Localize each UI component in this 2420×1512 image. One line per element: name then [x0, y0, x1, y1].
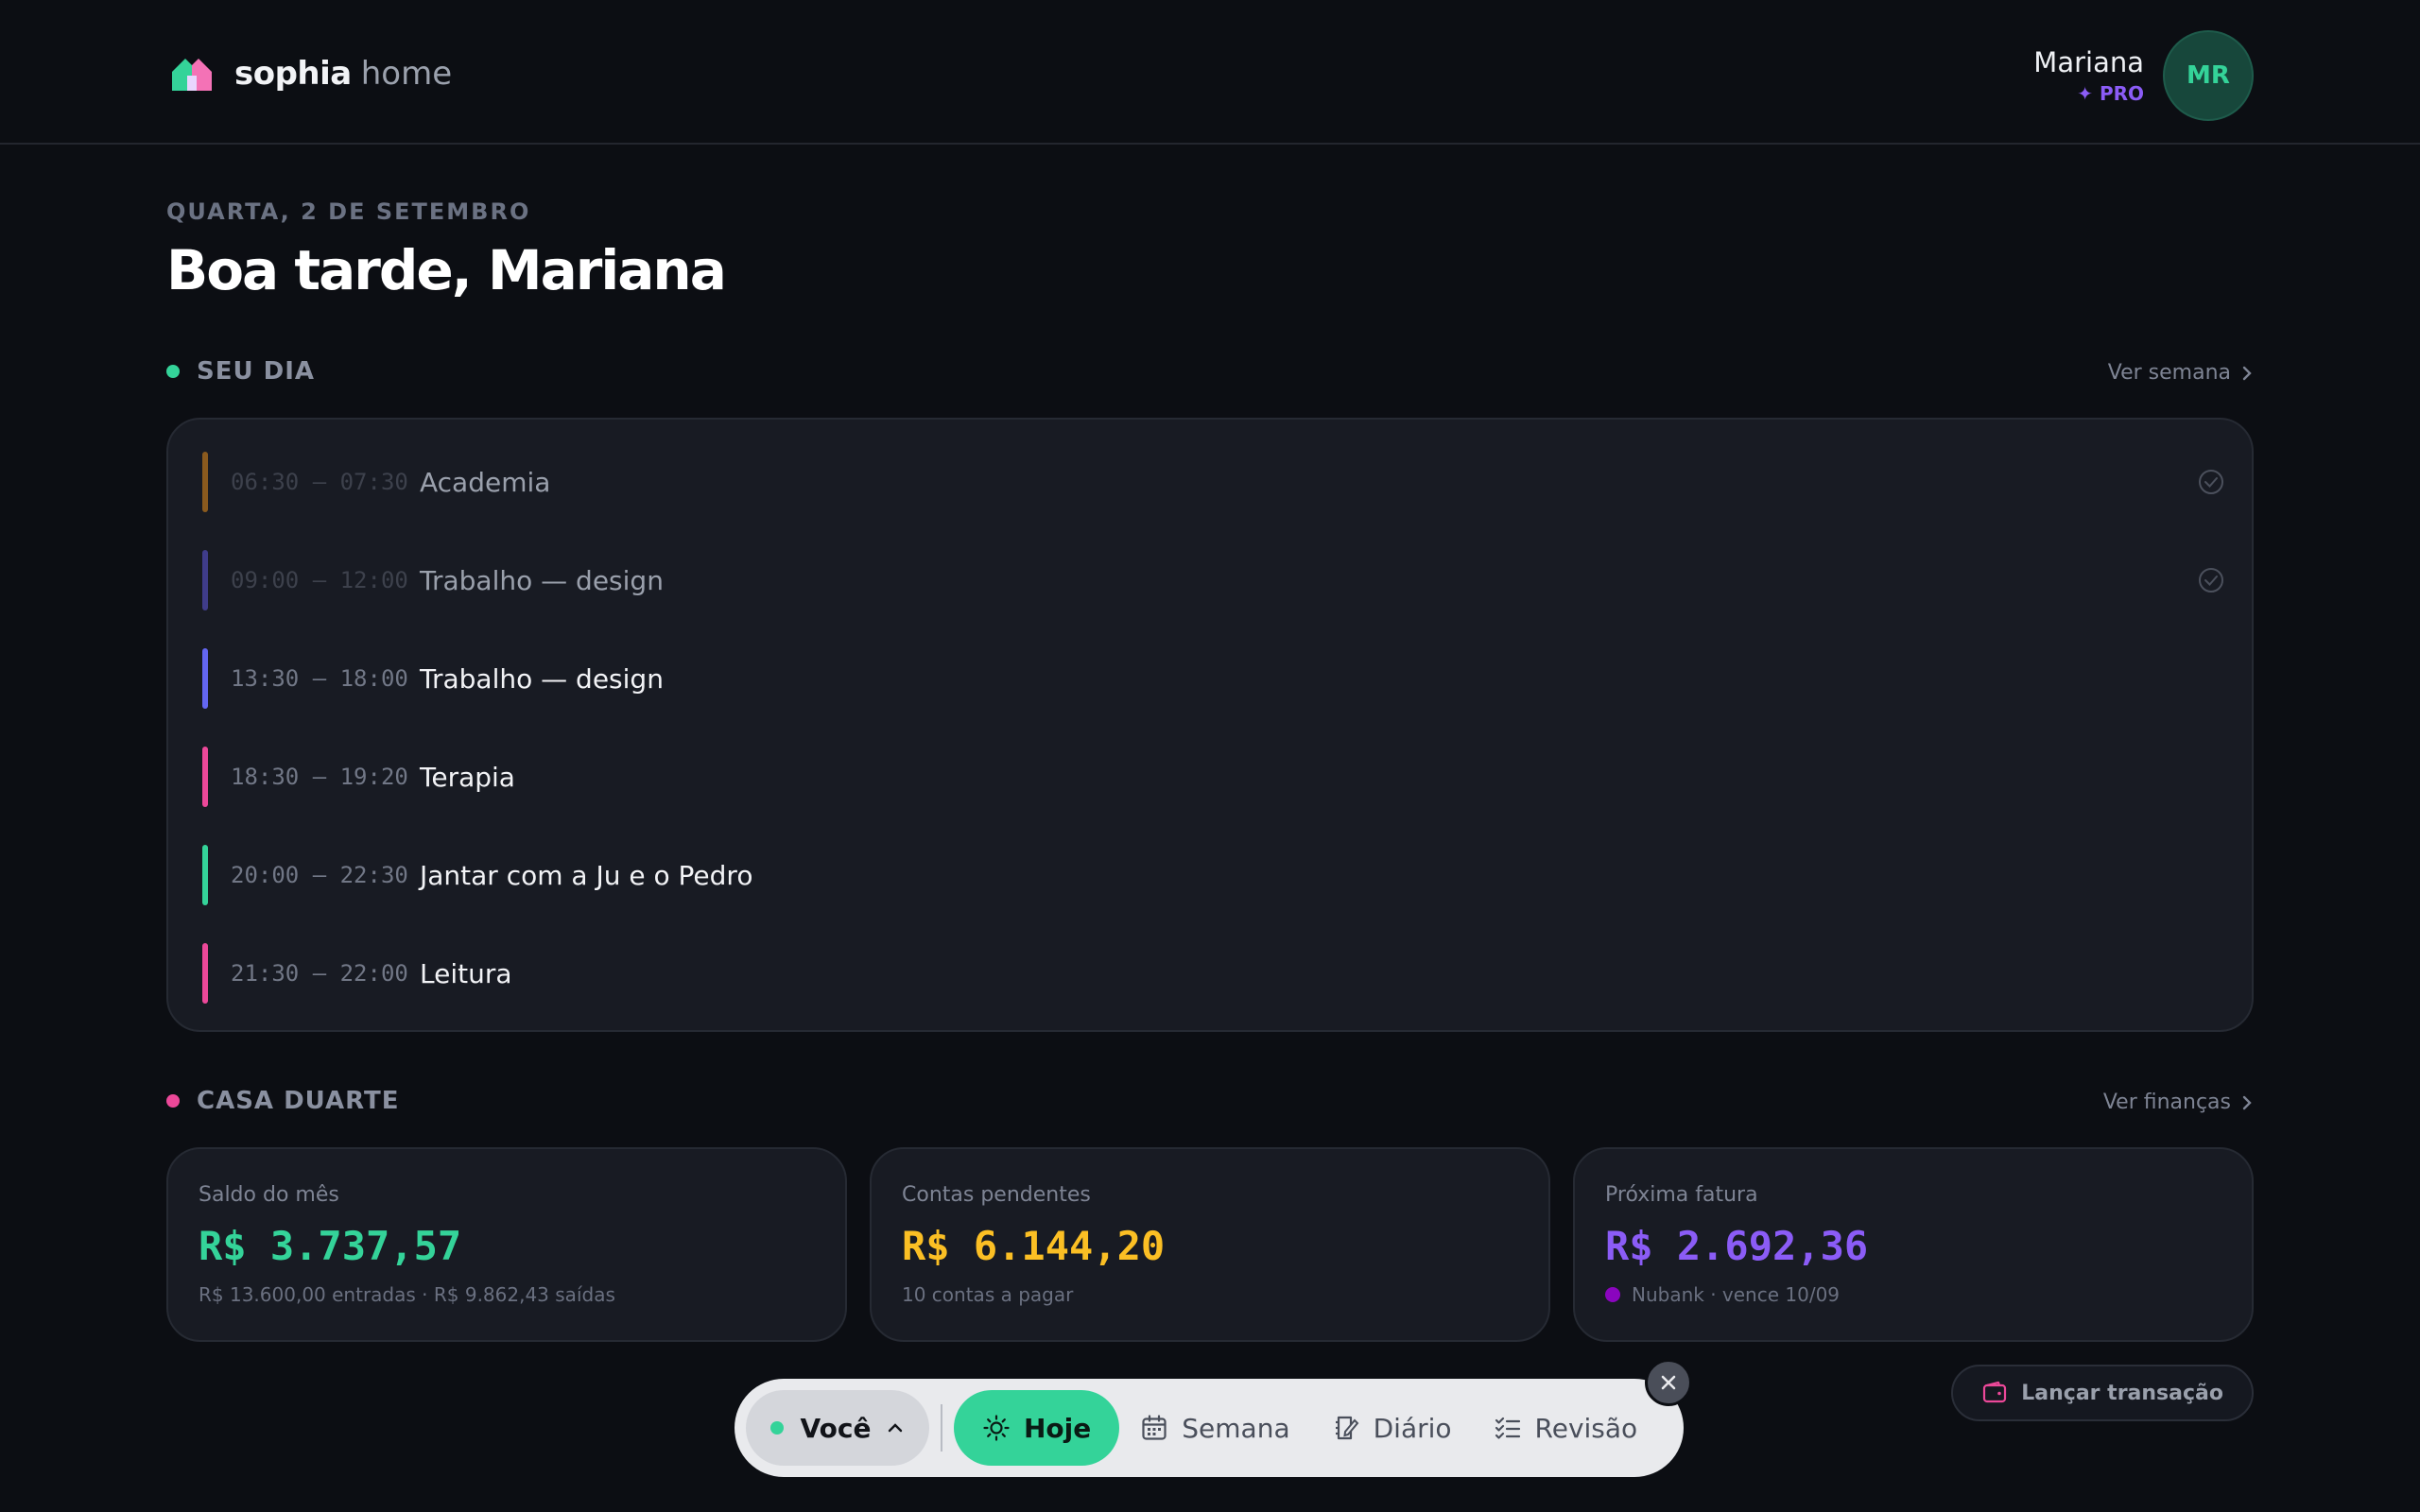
see-finances-link[interactable]: Ver finanças	[2103, 1091, 2254, 1114]
see-week-link[interactable]: Ver semana	[2108, 361, 2254, 385]
user-menu[interactable]: Mariana ✦ PRO MR	[2033, 30, 2254, 121]
event-time: 20:00 – 22:30	[231, 862, 408, 888]
current-date: QUARTA, 2 DE SETEMBRO	[166, 198, 531, 225]
event-row[interactable]: 21:30 – 22:00 Leitura	[202, 943, 2225, 1004]
calendar-icon	[1142, 1415, 1167, 1440]
card-value: R$ 2.692,36	[1605, 1223, 1869, 1269]
event-color-bar	[202, 943, 208, 1004]
brand-suffix: home	[360, 55, 453, 93]
card-label: Próxima fatura	[1605, 1183, 1758, 1207]
bank-dot	[1605, 1287, 1620, 1302]
event-time: 18:30 – 19:20	[231, 764, 408, 790]
event-row[interactable]: 18:30 – 19:20 Terapia	[202, 747, 2225, 807]
day-section-header: SEU DIA Ver semana	[166, 357, 2254, 395]
balance-card[interactable]: Saldo do mês R$ 3.737,57 R$ 13.600,00 en…	[166, 1147, 847, 1342]
card-subtitle: R$ 13.600,00 entradas · R$ 9.862,43 saíd…	[199, 1283, 615, 1306]
card-label: Contas pendentes	[902, 1183, 1091, 1207]
app-header: sophia home Mariana ✦ PRO MR	[0, 0, 2420, 145]
chevron-right-icon	[2242, 1095, 2252, 1109]
tab-journal[interactable]: Diário	[1311, 1390, 1473, 1466]
brand-logo[interactable]: sophia home	[170, 55, 452, 93]
card-value: R$ 6.144,20	[902, 1223, 1166, 1269]
card-label: Saldo do mês	[199, 1183, 339, 1207]
event-time: 21:30 – 22:00	[231, 960, 408, 987]
check-circle-icon[interactable]	[2197, 566, 2225, 594]
user-name: Mariana	[2033, 46, 2144, 78]
house-logo-icon	[172, 59, 212, 91]
wallet-icon	[1983, 1381, 2007, 1403]
pro-badge: ✦ PRO	[2077, 82, 2144, 105]
launch-transaction-button[interactable]: Lançar transação	[1951, 1365, 2254, 1421]
pending-bills-card[interactable]: Contas pendentes R$ 6.144,20 10 contas a…	[870, 1147, 1550, 1342]
status-dot	[769, 1421, 784, 1435]
card-subtitle: Nubank · vence 10/09	[1605, 1283, 1840, 1306]
event-time: 13:30 – 18:00	[231, 665, 408, 692]
event-row[interactable]: 13:30 – 18:00 Trabalho — design	[202, 648, 2225, 709]
close-nav-button[interactable]	[1645, 1359, 1692, 1406]
event-row[interactable]: 06:30 – 07:30 Academia	[202, 452, 2225, 512]
card-subtitle: 10 contas a pagar	[902, 1283, 1074, 1306]
house-section-title: CASA DUARTE	[197, 1087, 400, 1115]
schedule-card: 06:30 – 07:30 Academia 09:00 – 12:00 Tra…	[166, 418, 2254, 1032]
event-title: Trabalho — design	[420, 564, 664, 596]
checklist-icon	[1495, 1417, 1520, 1439]
event-color-bar	[202, 845, 208, 905]
journal-icon	[1335, 1416, 1358, 1440]
event-color-bar	[202, 648, 208, 709]
event-title: Terapia	[420, 761, 515, 793]
event-color-bar	[202, 747, 208, 807]
event-title: Leitura	[420, 957, 512, 989]
event-time: 09:00 – 12:00	[231, 567, 408, 593]
tab-week[interactable]: Semana	[1119, 1390, 1310, 1466]
profile-switcher[interactable]: Você	[746, 1390, 929, 1466]
tab-review[interactable]: Revisão	[1473, 1390, 1659, 1466]
event-color-bar	[202, 452, 208, 512]
sun-icon	[983, 1415, 1010, 1441]
event-row[interactable]: 20:00 – 22:30 Jantar com a Ju e o Pedro	[202, 845, 2225, 905]
brand-name: sophia	[234, 55, 352, 93]
close-icon	[1661, 1375, 1676, 1390]
event-title: Jantar com a Ju e o Pedro	[420, 859, 753, 891]
bottom-nav: Você Hoje Semana Diário Revisão	[735, 1379, 1684, 1477]
tab-today[interactable]: Hoje	[954, 1390, 1120, 1466]
card-value: R$ 3.737,57	[199, 1223, 462, 1269]
next-invoice-card[interactable]: Próxima fatura R$ 2.692,36 Nubank · venc…	[1573, 1147, 2254, 1342]
day-section-title: SEU DIA	[197, 357, 316, 386]
house-section-header: CASA DUARTE Ver finanças	[166, 1087, 2254, 1125]
event-color-bar	[202, 550, 208, 610]
status-dot	[166, 365, 180, 378]
event-title: Academia	[420, 466, 551, 498]
divider	[941, 1404, 942, 1452]
event-time: 06:30 – 07:30	[231, 469, 408, 495]
chevron-right-icon	[2242, 366, 2252, 380]
check-circle-icon[interactable]	[2197, 468, 2225, 496]
page-title: Boa tarde, Mariana	[166, 238, 727, 302]
avatar[interactable]: MR	[2163, 30, 2254, 121]
event-title: Trabalho — design	[420, 662, 664, 695]
chevron-up-icon	[889, 1423, 903, 1433]
status-dot	[166, 1094, 180, 1108]
event-row[interactable]: 09:00 – 12:00 Trabalho — design	[202, 550, 2225, 610]
